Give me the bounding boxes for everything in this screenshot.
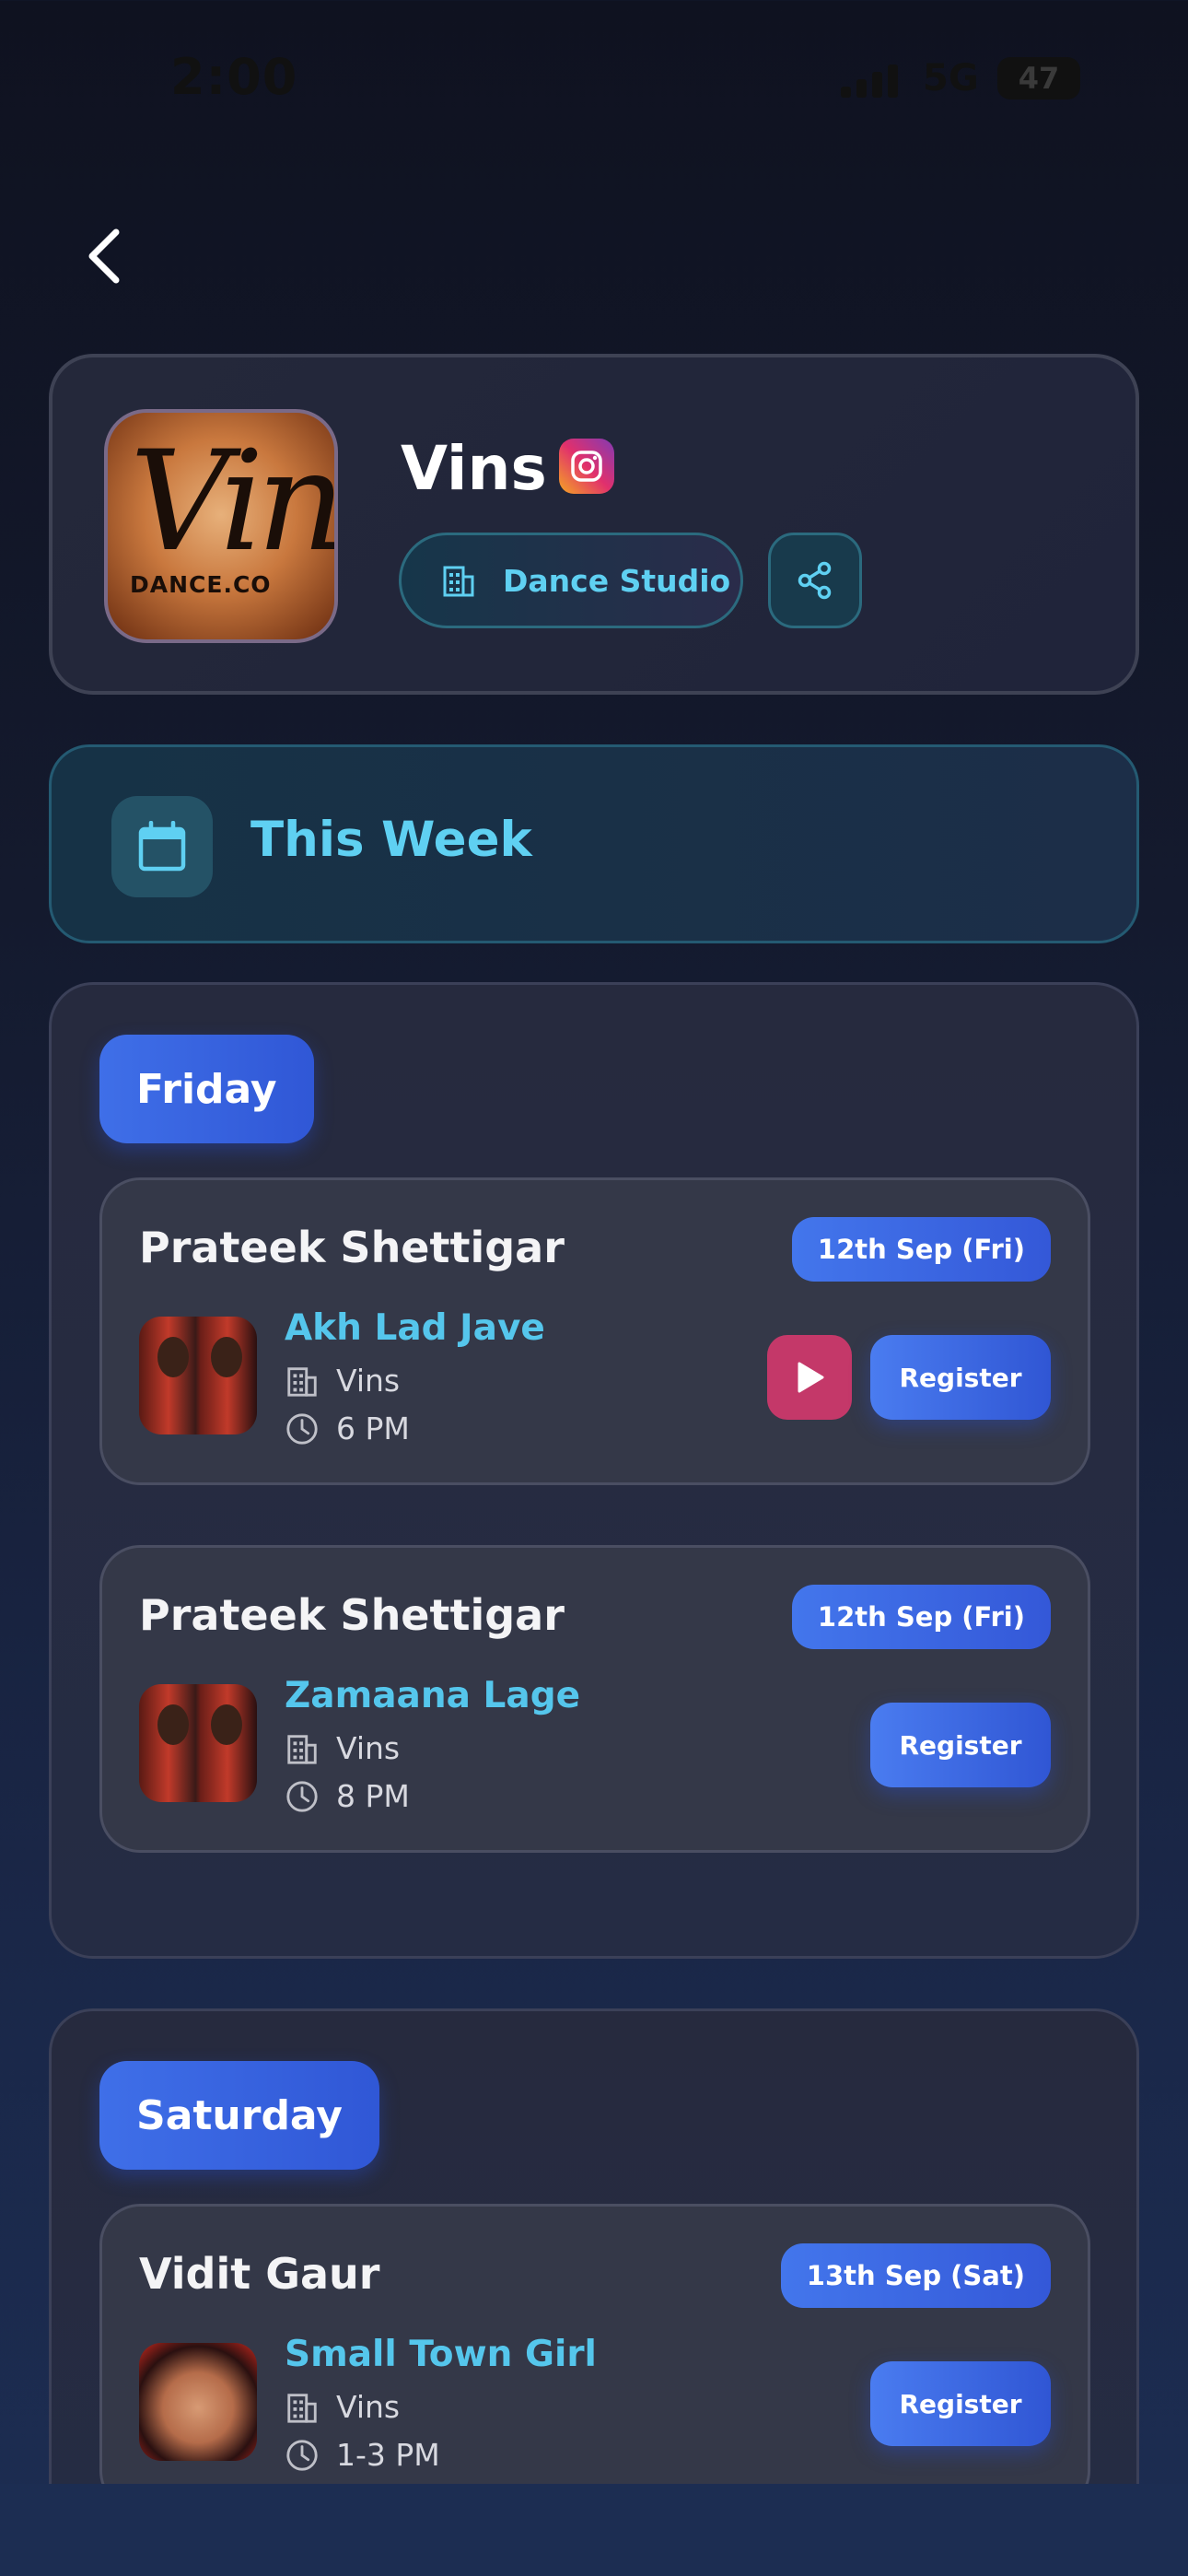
week-icon-box bbox=[111, 796, 213, 897]
clock-icon bbox=[286, 1412, 318, 1445]
play-preview-button[interactable] bbox=[767, 1335, 852, 1420]
time-text: 1-3 PM bbox=[336, 2437, 440, 2473]
week-title: This Week bbox=[250, 812, 532, 868]
clock-icon bbox=[286, 1780, 318, 1812]
category-pill[interactable]: Dance Studio bbox=[399, 533, 743, 628]
venue-text: Vins bbox=[336, 1363, 401, 1399]
register-button[interactable]: Register bbox=[870, 1703, 1051, 1787]
building-icon bbox=[287, 1366, 317, 1397]
register-button[interactable]: Register bbox=[870, 2361, 1051, 2446]
time-row: 1-3 PM bbox=[285, 2437, 440, 2473]
venue-row: Vins bbox=[285, 1730, 400, 1766]
date-badge: 13th Sep (Sat) bbox=[780, 2243, 1051, 2308]
class-card[interactable]: Prateek Shettigar 12th Sep (Fri) Akh Lad… bbox=[99, 1177, 1090, 1485]
class-card[interactable]: Prateek Shettigar 12th Sep (Fri) Zamaana… bbox=[99, 1545, 1090, 1853]
class-thumbnail bbox=[139, 2343, 257, 2461]
teacher-name: Prateek Shettigar bbox=[139, 1223, 565, 1272]
time-row: 6 PM bbox=[285, 1411, 410, 1446]
status-time: 2:00 bbox=[170, 48, 298, 106]
building-icon bbox=[287, 2393, 317, 2423]
bottom-safe-area bbox=[0, 2484, 1188, 2576]
calendar-icon bbox=[138, 821, 186, 872]
signal-icon bbox=[841, 61, 905, 98]
building-icon bbox=[287, 1734, 317, 1764]
time-row: 8 PM bbox=[285, 1778, 410, 1814]
logo-subtext: DANCE.CO bbox=[130, 571, 272, 598]
day-label: Saturday bbox=[99, 2061, 379, 2170]
register-button[interactable]: Register bbox=[870, 1335, 1051, 1420]
class-thumbnail bbox=[139, 1684, 257, 1802]
status-bar: 2:00 5G 47 bbox=[0, 0, 1188, 157]
this-week-banner[interactable]: This Week bbox=[49, 744, 1139, 943]
venue-text: Vins bbox=[336, 1730, 401, 1766]
back-button[interactable] bbox=[74, 221, 133, 291]
class-thumbnail bbox=[139, 1317, 257, 1434]
play-icon bbox=[798, 1362, 824, 1393]
studio-profile-card: Vins DANCE.CO Vins Dance Studio bbox=[49, 354, 1139, 695]
date-badge: 12th Sep (Fri) bbox=[791, 1585, 1051, 1649]
share-icon bbox=[798, 561, 832, 600]
song-title: Zamaana Lage bbox=[285, 1675, 581, 1716]
venue-row: Vins bbox=[285, 2389, 400, 2425]
share-button[interactable] bbox=[768, 533, 862, 628]
network-label: 5G bbox=[923, 57, 979, 100]
song-title: Akh Lad Jave bbox=[285, 1307, 545, 1349]
instagram-icon[interactable] bbox=[559, 439, 614, 494]
building-icon bbox=[443, 566, 474, 597]
instagram-glyph-icon bbox=[571, 451, 602, 482]
teacher-name: Vidit Gaur bbox=[139, 2249, 380, 2299]
class-card[interactable]: Vidit Gaur 13th Sep (Sat) Small Town Gir… bbox=[99, 2204, 1090, 2512]
category-label: Dance Studio bbox=[503, 562, 731, 599]
studio-name: Vins bbox=[401, 433, 547, 504]
studio-logo: Vins DANCE.CO bbox=[104, 409, 338, 643]
venue-text: Vins bbox=[336, 2389, 401, 2425]
clock-icon bbox=[286, 2439, 318, 2471]
venue-row: Vins bbox=[285, 1363, 400, 1399]
song-title: Small Town Girl bbox=[285, 2334, 597, 2375]
logo-text: Vins bbox=[130, 422, 338, 582]
battery-icon: 47 bbox=[997, 57, 1080, 100]
time-text: 8 PM bbox=[336, 1778, 410, 1814]
time-text: 6 PM bbox=[336, 1411, 410, 1446]
teacher-name: Prateek Shettigar bbox=[139, 1590, 565, 1640]
date-badge: 12th Sep (Fri) bbox=[791, 1217, 1051, 1282]
chevron-left-icon bbox=[88, 228, 120, 284]
day-label: Friday bbox=[99, 1035, 314, 1143]
day-section-friday: Friday Prateek Shettigar 12th Sep (Fri) … bbox=[49, 982, 1139, 1959]
